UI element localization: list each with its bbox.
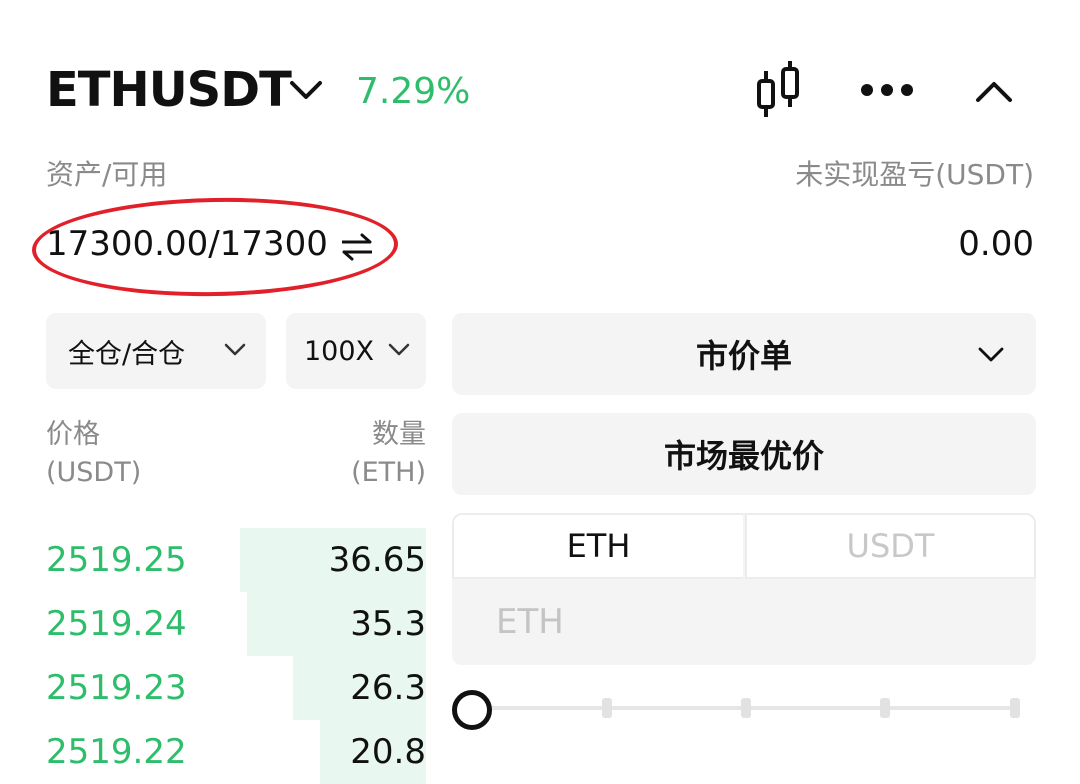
more-icon[interactable] [856, 70, 918, 110]
unit-tab-eth[interactable]: ETH [452, 513, 743, 579]
leverage-label: 100X [304, 335, 375, 367]
slider-step-100[interactable] [1010, 698, 1020, 718]
amount-slider[interactable] [452, 688, 1032, 730]
qty-header-unit: (ETH) [351, 457, 426, 488]
orderbook-row[interactable]: 2519.22 20.8 [46, 720, 426, 784]
chevron-up-icon[interactable] [970, 70, 1018, 112]
orderbook-qty: 26.3 [350, 668, 426, 708]
price-header-label: 价格 [46, 419, 100, 450]
slider-knob[interactable] [452, 690, 492, 730]
orderbook-qty: 36.65 [328, 540, 426, 580]
orderbook-price-header: 价格 (USDT) [46, 416, 141, 492]
amount-input[interactable] [452, 579, 1036, 665]
leverage-select[interactable]: 100X [286, 313, 426, 389]
chevron-down-icon[interactable] [288, 74, 324, 106]
qty-header-label: 数量 [372, 419, 426, 450]
margin-mode-select[interactable]: 全仓/合仓 [46, 313, 266, 389]
price-change-percent: 7.29% [356, 71, 471, 112]
orderbook-rows: 2519.25 36.65 2519.24 35.3 2519.23 26.3 … [46, 528, 426, 784]
assets-label: 资产/可用 [46, 158, 168, 191]
orderbook-row[interactable]: 2519.24 35.3 [46, 592, 426, 656]
orderbook-qty: 35.3 [350, 604, 426, 644]
symbol-title[interactable]: ETHUSDT [46, 62, 292, 118]
amount-panel: ETH USDT [452, 513, 1036, 665]
candlestick-chart-icon[interactable] [748, 58, 808, 122]
price-header-unit: (USDT) [46, 457, 142, 488]
orderbook-price: 2519.25 [46, 540, 187, 580]
orderbook-price: 2519.24 [46, 604, 187, 644]
margin-mode-label: 全仓/合仓 [68, 338, 186, 370]
unrealized-pnl-value: 0.00 [958, 224, 1034, 264]
chevron-down-icon [388, 343, 410, 356]
order-type-label: 市价单 [695, 337, 792, 375]
annotation-circle [31, 194, 399, 300]
slider-step-25[interactable] [602, 698, 612, 718]
orderbook-qty-header: 数量 (ETH) [351, 416, 426, 492]
orderbook-row[interactable]: 2519.25 36.65 [46, 528, 426, 592]
unrealized-pnl-label: 未实现盈亏(USDT) [795, 158, 1034, 191]
unit-tab-usdt[interactable]: USDT [745, 513, 1036, 579]
chevron-down-icon [224, 343, 246, 356]
best-price-field[interactable]: 市场最优价 [452, 413, 1036, 495]
orderbook-price: 2519.22 [46, 732, 187, 772]
best-price-label: 市场最优价 [663, 437, 824, 475]
orderbook-row[interactable]: 2519.23 26.3 [46, 656, 426, 720]
slider-step-75[interactable] [880, 698, 890, 718]
orderbook-price: 2519.23 [46, 668, 187, 708]
orderbook-qty: 20.8 [350, 732, 426, 772]
slider-step-50[interactable] [741, 698, 751, 718]
chevron-down-icon [978, 347, 1004, 362]
order-type-select[interactable]: 市价单 [452, 313, 1036, 395]
